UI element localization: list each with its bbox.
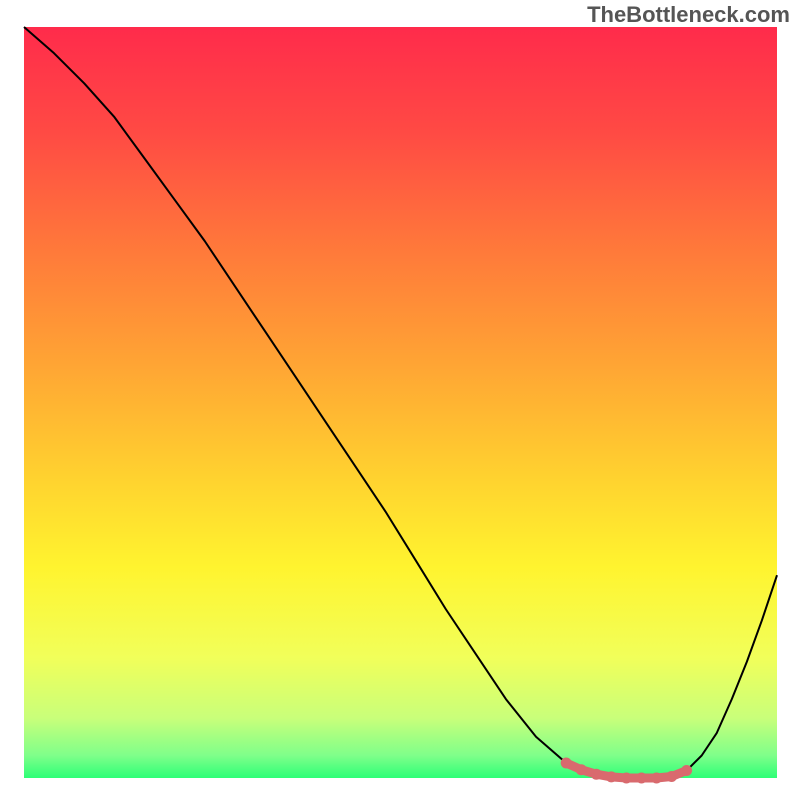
valley-dot [666,771,677,782]
valley-dot [621,773,632,784]
valley-dot [651,773,662,784]
valley-dot [576,764,587,775]
valley-dot [636,773,647,784]
valley-dot [606,771,617,782]
valley-dot [681,765,692,776]
valley-dot [591,769,602,780]
chart-container: TheBottleneck.com [0,0,800,800]
bottleneck-chart [0,0,800,800]
plot-area [24,27,777,778]
valley-dot [561,758,572,769]
watermark-text: TheBottleneck.com [587,2,790,28]
